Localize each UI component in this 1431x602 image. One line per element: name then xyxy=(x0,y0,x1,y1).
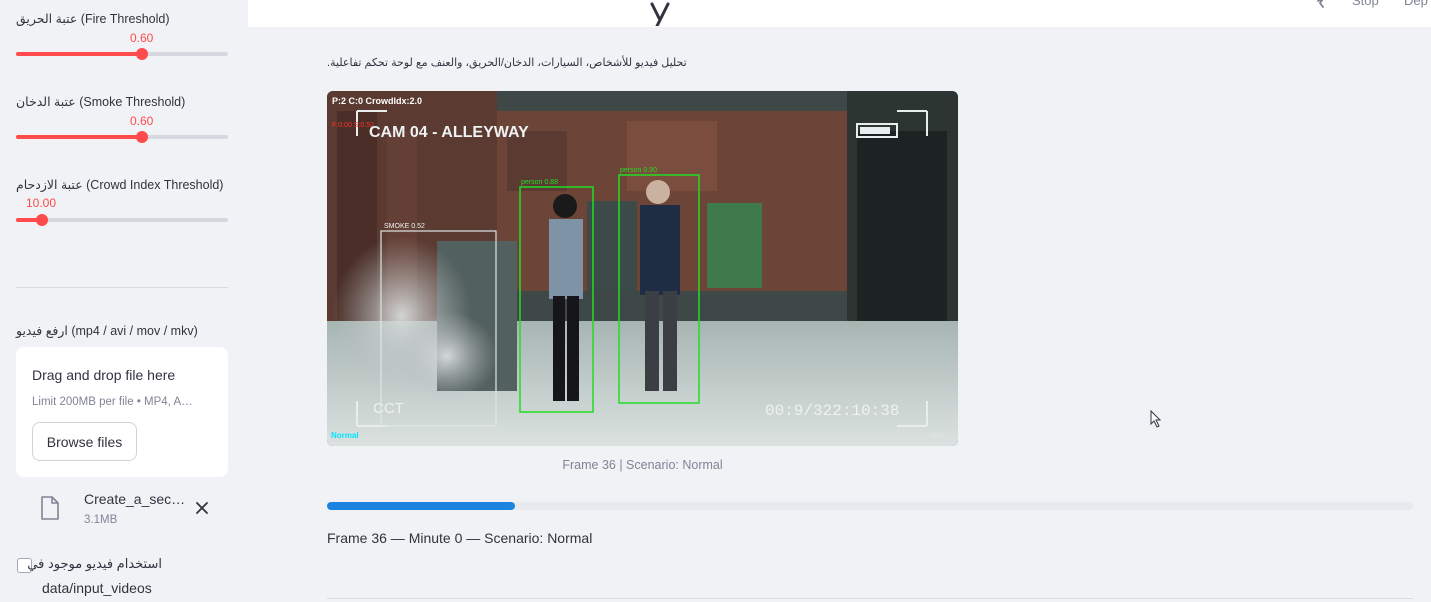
smoke-threshold-label: عتبة الدخان (Smoke Threshold) xyxy=(16,95,186,109)
fire-threshold-label: عتبة الحريق (Fire Threshold) xyxy=(16,12,170,26)
person-label-1: person 0.88 xyxy=(521,179,558,186)
top-toolbar: Stop Dep xyxy=(248,0,1431,27)
progress-bar xyxy=(327,502,1413,510)
overlay-stats: P:2 C:0 CrowdIdx:2.0 xyxy=(332,96,422,106)
smoke-label: SMOKE 0.52 xyxy=(384,223,425,230)
fire-threshold-track[interactable] xyxy=(16,52,228,56)
smoke-threshold-track[interactable] xyxy=(16,135,228,139)
uploaded-file-size: 3.1MB xyxy=(84,514,118,526)
crowd-threshold-thumb[interactable] xyxy=(36,214,48,226)
use-existing-video-path: data/input_videos xyxy=(42,580,152,596)
smoke-threshold-thumb[interactable] xyxy=(136,131,148,143)
crowd-threshold-value: 10.00 xyxy=(26,196,57,210)
person-label-2: person 0.90 xyxy=(620,167,657,174)
fire-threshold-value: 0.60 xyxy=(130,31,154,45)
browse-files-button[interactable]: Browse files xyxy=(32,422,137,461)
veo-watermark: Veo xyxy=(929,430,945,440)
cct-label: CCT xyxy=(373,400,404,417)
overlay-fire-smoke: F:0.00 S:0.52 xyxy=(332,122,374,129)
file-icon xyxy=(41,496,59,520)
upload-label: ارفع فيديو (mp4 / avi / mov / mkv) xyxy=(16,324,198,338)
crowd-threshold-label: عتبة الازدحام (Crowd Index Threshold) xyxy=(16,178,224,192)
timecode: 00:9/322:10:38 xyxy=(765,402,899,420)
sidebar: عتبة الحريق (Fire Threshold) 0.60 عتبة ا… xyxy=(0,0,248,602)
sidebar-divider xyxy=(16,287,228,288)
video-caption: Frame 36 | Scenario: Normal xyxy=(562,458,723,472)
video-frame: P:2 C:0 CrowdIdx:2.0 F:0.00 S:0.52 CAM 0… xyxy=(327,91,958,446)
main-area: Stop Dep .تحليل فيديو للأشخاص، السيارات،… xyxy=(248,0,1431,602)
running-man-icon xyxy=(1317,0,1324,8)
progress-fill xyxy=(327,502,515,510)
page-title-fragment xyxy=(650,2,670,26)
dropzone-title: Drag and drop file here xyxy=(32,367,176,383)
status-text: Frame 36 — Minute 0 — Scenario: Normal xyxy=(327,530,593,546)
smoke-threshold-value: 0.60 xyxy=(130,114,154,128)
bottom-divider xyxy=(327,598,1413,599)
dropzone-limit: Limit 200MB per file • MP4, A… xyxy=(32,396,193,408)
file-dropzone[interactable]: Drag and drop file here Limit 200MB per … xyxy=(16,347,228,477)
uploaded-file-name: Create_a_sec… xyxy=(84,491,186,507)
camera-title: CAM 04 - ALLEYWAY xyxy=(369,124,529,141)
stop-button[interactable]: Stop xyxy=(1352,0,1379,8)
uploaded-file-item: Create_a_sec… 3.1MB xyxy=(16,488,228,532)
page-subtitle: .تحليل فيديو للأشخاص، السيارات، الدخان/ا… xyxy=(327,57,687,69)
deploy-button[interactable]: Dep xyxy=(1404,0,1428,8)
use-existing-video-label: استخدام فيديو موجود في xyxy=(27,556,162,571)
green-trash-bin xyxy=(707,203,762,288)
mouse-cursor-icon xyxy=(1150,410,1162,428)
fire-threshold-thumb[interactable] xyxy=(136,48,148,60)
scenario-label: Normal xyxy=(331,431,359,440)
remove-file-icon[interactable] xyxy=(194,500,210,516)
